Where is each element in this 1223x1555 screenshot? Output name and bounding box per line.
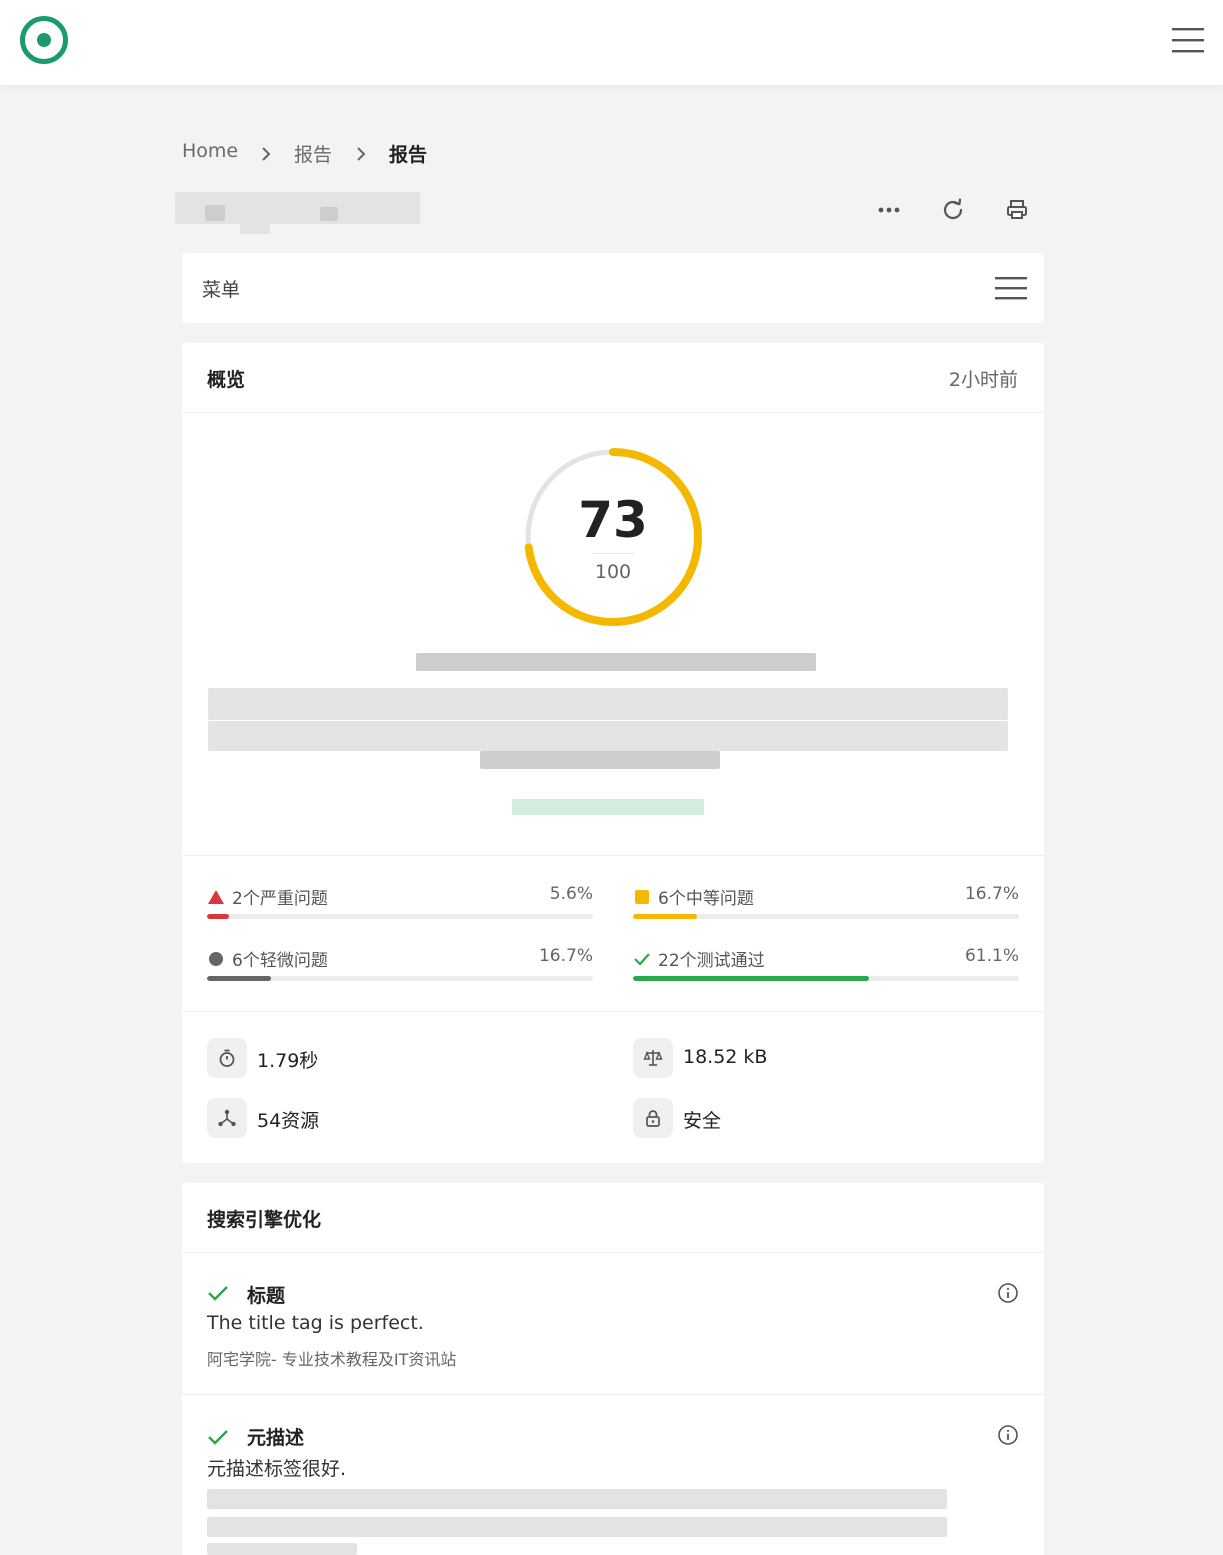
metric-value: 54资源 <box>257 1110 320 1132</box>
overview-time: 2小时前 <box>948 369 1018 391</box>
seo-card: 搜索引擎优化 标题 The title tag is perfect. 阿宅学院… <box>182 1183 1044 1555</box>
info-icon[interactable] <box>997 1424 1019 1446</box>
metric-value: 安全 <box>683 1110 722 1132</box>
overview-title: 概览 <box>207 369 246 391</box>
overview-header: 概览 2小时前 <box>182 343 1044 413</box>
stat-fill <box>633 976 869 981</box>
breadcrumb-current: 报告 <box>389 144 428 166</box>
refresh-button[interactable] <box>937 194 969 226</box>
menu-card[interactable]: 菜单 <box>182 253 1044 323</box>
square-icon <box>635 890 649 904</box>
stat-passed: 22个测试通过 61.1% <box>633 946 1019 986</box>
metric-value: 1.79秒 <box>257 1050 319 1072</box>
top-bar <box>0 0 1223 85</box>
refresh-icon <box>943 198 963 220</box>
seo-item-desc: The title tag is perfect. <box>207 1312 424 1334</box>
more-horizontal-icon <box>878 207 900 213</box>
stat-critical: 2个严重问题 5.6% <box>207 884 593 924</box>
seo-item-desc: 元描述标签很好. <box>207 1458 347 1480</box>
target-logo-icon[interactable] <box>18 14 70 66</box>
stat-fill <box>633 914 698 919</box>
seo-item-value: 阿宅学院- 专业技术教程及IT资讯站 <box>207 1350 457 1369</box>
overview-card: 概览 2小时前 73 100 2个严重问题 5.6% 6个中等问题 16.7% … <box>182 343 1044 1163</box>
printer-icon <box>1007 200 1027 219</box>
more-button[interactable] <box>873 194 905 226</box>
score-max: 100 <box>594 561 632 583</box>
info-icon[interactable] <box>997 1282 1019 1304</box>
breadcrumb-home[interactable]: Home <box>182 140 238 162</box>
seo-item-meta-description: 元描述 元描述标签很好. <box>182 1395 1044 1555</box>
stat-medium: 6个中等问题 16.7% <box>633 884 1019 924</box>
breadcrumb-reports[interactable]: 报告 <box>294 140 332 167</box>
stat-percent: 5.6% <box>549 884 593 904</box>
stat-minor: 6个轻微问题 16.7% <box>207 946 593 986</box>
check-icon <box>634 953 650 966</box>
chevron-right-icon <box>357 147 366 161</box>
hamburger-icon[interactable] <box>994 273 1028 303</box>
metric-icon-box <box>207 1038 247 1078</box>
print-button[interactable] <box>1001 194 1033 226</box>
stat-track <box>633 914 1019 919</box>
metric-icon-box <box>633 1098 673 1138</box>
divider <box>182 855 1044 856</box>
divider <box>182 1011 1044 1012</box>
lock-icon <box>646 1110 660 1127</box>
stat-percent: 16.7% <box>538 946 593 966</box>
stopwatch-icon <box>219 1049 235 1067</box>
chevron-right-icon <box>262 147 271 161</box>
metric-value: 18.52 kB <box>683 1046 768 1068</box>
stat-percent: 16.7% <box>964 884 1019 904</box>
stat-fill <box>207 976 272 981</box>
stat-percent: 61.1% <box>964 946 1019 966</box>
seo-item-heading: 元描述 <box>247 1427 305 1449</box>
menu-label: 菜单 <box>202 279 241 301</box>
metric-icon-box <box>207 1098 247 1138</box>
check-icon <box>208 1430 228 1445</box>
metric-icon-box <box>633 1038 673 1078</box>
share-nodes-icon <box>218 1109 236 1127</box>
check-icon <box>208 1286 228 1301</box>
stat-label: 22个测试通过 <box>658 951 765 971</box>
stat-fill <box>207 914 229 919</box>
seo-item-heading: 标题 <box>247 1285 286 1307</box>
score-value: 73 <box>578 491 648 549</box>
stat-track <box>633 976 1019 981</box>
triangle-icon <box>208 890 224 904</box>
seo-title: 搜索引擎优化 <box>207 1209 322 1231</box>
scale-icon <box>643 1050 663 1066</box>
hamburger-icon[interactable] <box>1168 22 1208 58</box>
stat-label: 2个严重问题 <box>232 889 328 909</box>
stat-track <box>207 976 593 981</box>
stat-track <box>207 914 593 919</box>
stat-label: 6个轻微问题 <box>232 951 328 971</box>
circle-icon <box>209 952 223 966</box>
score-divider <box>592 553 634 554</box>
seo-header: 搜索引擎优化 <box>182 1183 1044 1253</box>
seo-item-title: 标题 The title tag is perfect. 阿宅学院- 专业技术教… <box>182 1253 1044 1395</box>
stat-label: 6个中等问题 <box>658 889 754 909</box>
